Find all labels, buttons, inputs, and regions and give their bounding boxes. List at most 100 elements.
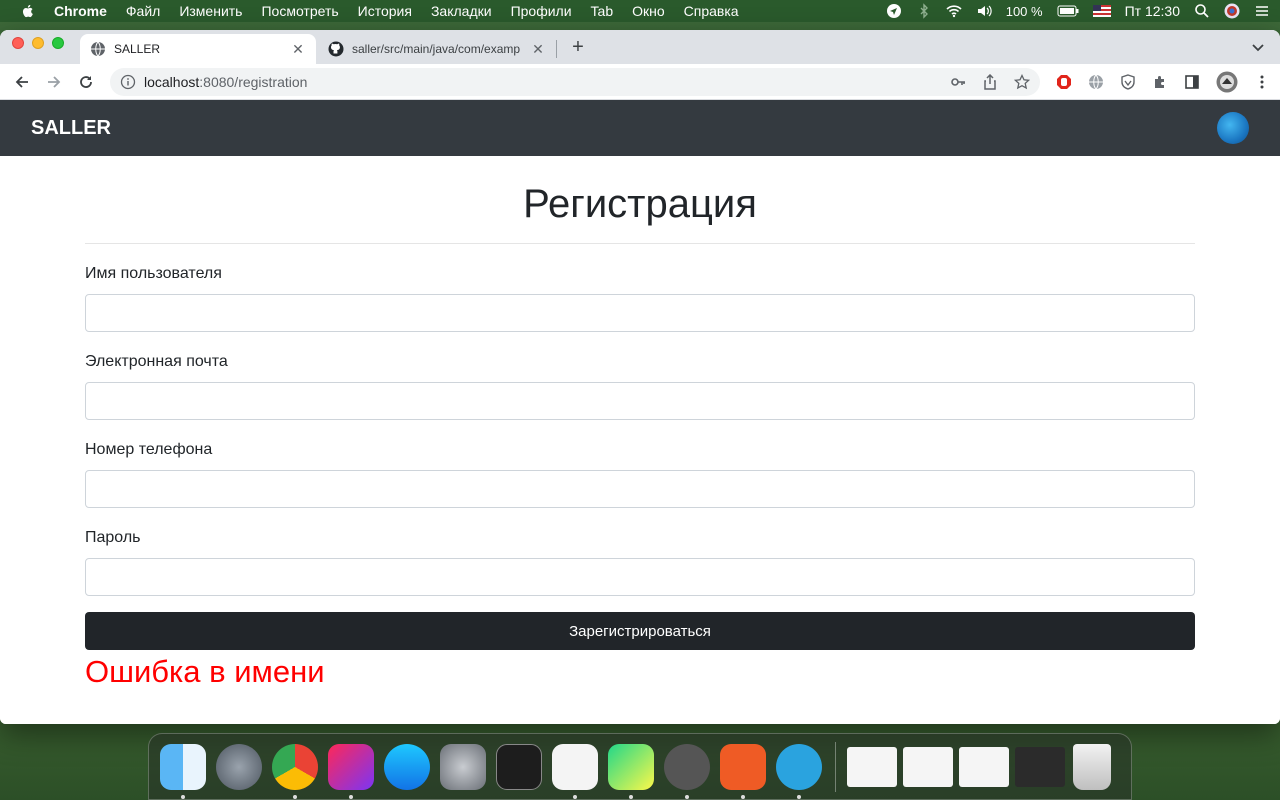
new-tab-button[interactable]: + xyxy=(568,37,588,57)
register-button[interactable]: Зарегистрироваться xyxy=(85,612,1195,650)
address-bar[interactable]: localhost:8080/registration xyxy=(110,67,1040,96)
site-brand[interactable]: SALLER xyxy=(31,117,111,140)
trash-icon[interactable] xyxy=(1073,743,1111,790)
volume-icon[interactable] xyxy=(976,3,992,19)
username-input[interactable] xyxy=(85,294,1195,332)
running-indicator xyxy=(181,794,185,799)
menu-history[interactable]: История xyxy=(358,3,412,19)
running-indicator xyxy=(349,794,353,799)
arrow-right-icon xyxy=(48,75,61,88)
browser-toolbar: localhost:8080/registration xyxy=(0,64,1280,100)
launchpad-icon[interactable] xyxy=(216,743,262,790)
tab-saller[interactable]: SALLER ✕ xyxy=(80,34,316,64)
email-input[interactable] xyxy=(85,382,1195,420)
pycharm-ce-icon[interactable] xyxy=(552,743,598,799)
intellij-icon[interactable] xyxy=(328,743,374,799)
tab-separator xyxy=(556,40,557,58)
terminal-icon[interactable] xyxy=(496,743,542,790)
pycharm-icon[interactable] xyxy=(608,743,654,799)
tab-title: saller/src/main/java/com/examp xyxy=(352,42,521,56)
running-indicator xyxy=(797,794,801,799)
menu-edit[interactable]: Изменить xyxy=(179,3,242,19)
vpn-globe-icon[interactable] xyxy=(1088,74,1104,90)
browser-window: SALLER ✕ saller/src/main/java/com/examp … xyxy=(0,30,1280,724)
menu-bookmarks[interactable]: Закладки xyxy=(431,3,492,19)
site-navbar: SALLER xyxy=(0,100,1280,156)
battery-percent: 100 % xyxy=(1005,3,1043,19)
macos-menubar: Chrome Файл Изменить Посмотреть История … xyxy=(0,0,1280,22)
error-message: Ошибка в имени xyxy=(85,654,325,689)
menu-view[interactable]: Посмотреть xyxy=(261,3,338,19)
close-tab-icon[interactable]: ✕ xyxy=(290,41,306,57)
adblock-icon[interactable] xyxy=(1056,74,1072,90)
system-preferences-icon[interactable] xyxy=(440,743,486,790)
extensions-puzzle-icon[interactable] xyxy=(1152,74,1168,90)
profile-avatar-icon[interactable] xyxy=(1216,71,1238,93)
phone-input[interactable] xyxy=(85,470,1195,508)
chrome-menu-icon[interactable] xyxy=(1254,74,1270,90)
back-button[interactable] xyxy=(8,68,36,96)
sequel-icon[interactable] xyxy=(664,743,710,799)
phone-group: Номер телефона xyxy=(85,440,1195,508)
site-info-icon[interactable] xyxy=(120,74,136,90)
spotlight-search-icon[interactable] xyxy=(1194,3,1210,19)
menu-window[interactable]: Окно xyxy=(632,3,665,19)
apple-menu-icon[interactable] xyxy=(20,3,36,19)
siri-user-icon[interactable] xyxy=(1224,3,1240,19)
username-group: Имя пользователя xyxy=(85,264,1195,332)
github-icon xyxy=(328,41,344,57)
reload-button[interactable] xyxy=(72,68,100,96)
finder-icon[interactable] xyxy=(160,743,206,799)
password-label: Пароль xyxy=(85,529,141,546)
password-input[interactable] xyxy=(85,558,1195,596)
bookmark-star-icon[interactable] xyxy=(1014,73,1030,90)
bluetooth-icon[interactable] xyxy=(916,3,932,19)
running-indicator xyxy=(293,794,297,799)
postman-icon[interactable] xyxy=(720,743,766,799)
menu-file[interactable]: Файл xyxy=(126,3,160,19)
app-store-icon[interactable] xyxy=(384,743,430,790)
forward-button[interactable] xyxy=(40,68,68,96)
reload-icon xyxy=(80,75,92,88)
zoom-window-button[interactable] xyxy=(52,37,64,49)
menu-app-name[interactable]: Chrome xyxy=(54,3,107,19)
close-tab-icon[interactable]: ✕ xyxy=(530,41,546,57)
shield-icon[interactable] xyxy=(1120,73,1136,90)
telegram-icon[interactable] xyxy=(776,743,822,799)
minimized-window-thumbnail[interactable] xyxy=(959,746,1009,787)
menu-profiles[interactable]: Профили xyxy=(511,3,572,19)
minimize-window-button[interactable] xyxy=(32,37,44,49)
username-label: Имя пользователя xyxy=(85,265,222,282)
email-group: Электронная почта xyxy=(85,352,1195,420)
menu-help[interactable]: Справка xyxy=(684,3,739,19)
registration-form: Регистрация Имя пользователя Электронная… xyxy=(85,156,1195,690)
location-icon[interactable] xyxy=(886,3,902,19)
menubar-clock[interactable]: Пт 12:30 xyxy=(1125,3,1180,19)
key-icon[interactable] xyxy=(950,74,966,90)
battery-icon[interactable] xyxy=(1057,5,1079,17)
globe-icon xyxy=(91,41,105,57)
dock-divider xyxy=(835,741,836,792)
menu-tab[interactable]: Tab xyxy=(591,3,614,19)
arrow-left-icon xyxy=(15,75,28,88)
web-page: SALLER Регистрация Имя пользователя Элек… xyxy=(0,100,1280,724)
chrome-icon[interactable] xyxy=(272,743,318,799)
tab-github[interactable]: saller/src/main/java/com/examp ✕ xyxy=(318,34,556,64)
wifi-icon[interactable] xyxy=(946,3,962,19)
us-flag-icon[interactable] xyxy=(1092,5,1111,17)
share-icon[interactable] xyxy=(982,73,998,90)
extensions-area xyxy=(1056,71,1270,93)
url-text[interactable]: localhost:8080/registration xyxy=(144,74,934,90)
close-window-button[interactable] xyxy=(12,37,24,49)
minimized-window-thumbnail[interactable] xyxy=(1015,746,1065,787)
side-panel-icon[interactable] xyxy=(1184,74,1200,90)
minimized-window-thumbnail[interactable] xyxy=(903,746,953,787)
user-avatar[interactable] xyxy=(1217,112,1249,144)
minimized-window-thumbnail[interactable] xyxy=(847,746,897,787)
running-indicator xyxy=(741,794,745,799)
control-center-icon[interactable] xyxy=(1254,3,1270,19)
tab-search-chevron-icon[interactable] xyxy=(1250,39,1266,55)
page-title: Регистрация xyxy=(85,156,1195,244)
running-indicator xyxy=(573,794,577,799)
phone-label: Номер телефона xyxy=(85,441,213,458)
